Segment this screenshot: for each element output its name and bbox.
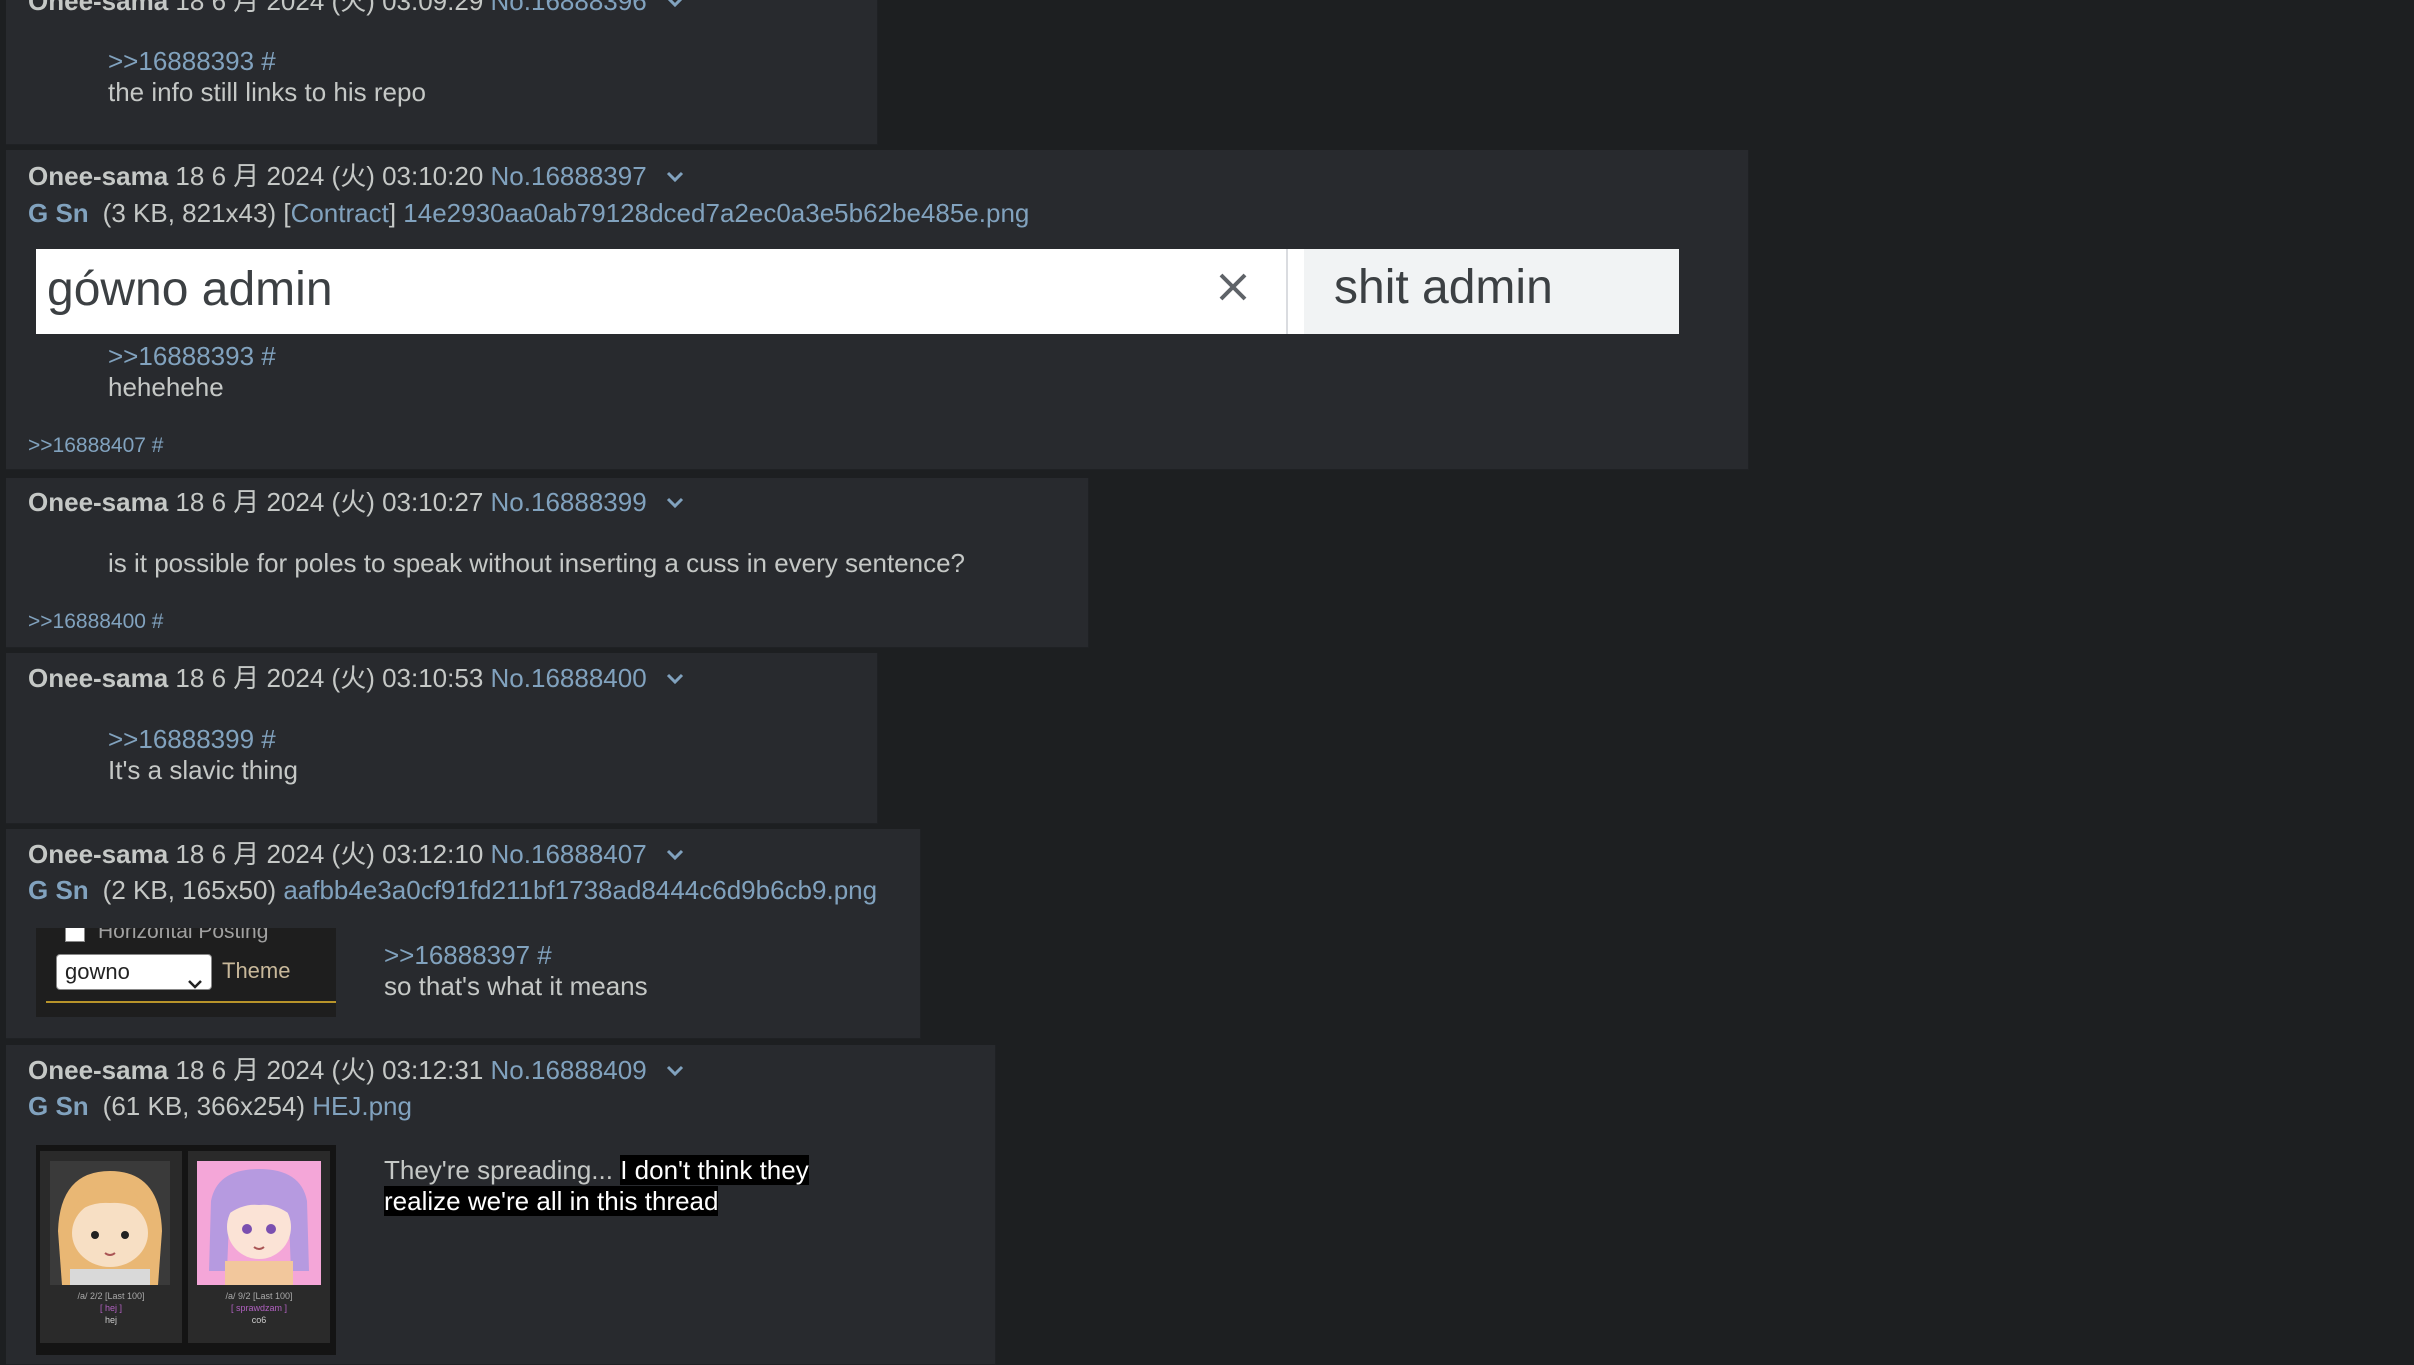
quote-link[interactable]: >>16888397 # (384, 940, 552, 970)
file-name-link[interactable]: HEJ.png (312, 1091, 412, 1121)
selected-text: realize we're all in this thread (384, 1186, 719, 1216)
post-date: 18 6 月 2024 (火) 03:10:53 (175, 663, 484, 693)
poster-name: Onee-sama (28, 0, 169, 16)
checkbox-icon (65, 928, 85, 942)
quote-link[interactable]: >>16888393 # (108, 46, 276, 76)
post-message: They're spreading... I don't think they (384, 1155, 809, 1185)
chevron-down-icon (187, 966, 203, 997)
thread-card-1: /a/ 2/2 [Last 100] [ hej ] hej (40, 1151, 182, 1343)
anime-girl-blonde-image (50, 1161, 170, 1285)
post-date: 18 6 月 2024 (火) 03:12:10 (175, 839, 484, 869)
image-search-text: gówno admin (47, 263, 333, 316)
file-name-link[interactable]: aafbb4e3a0cf91fd211bf1738ad8444c6d9b6cb9… (283, 875, 877, 905)
file-meta: (3 KB, 821x43) [ (102, 198, 291, 228)
image-translation-text: shit admin (1334, 261, 1553, 314)
quote-link[interactable]: >>16888399 # (108, 724, 276, 754)
file-meta: (2 KB, 165x50) (102, 875, 284, 905)
selected-text: I don't think they (620, 1155, 809, 1185)
thumb-theme-label: Theme (222, 958, 291, 983)
post-header: Onee-sama 18 6 月 2024 (火) 03:10:20 No.16… (28, 161, 684, 191)
thread-card-2-line2: [ sprawdzam ] (230, 1303, 288, 1313)
chevron-down-icon[interactable] (666, 837, 684, 867)
post-16888396: Onee-sama 18 6 月 2024 (火) 03:09:29 No.16… (6, 0, 878, 145)
post-date: 18 6 月 2024 (火) 03:10:20 (175, 161, 484, 191)
post-header: Onee-sama 18 6 月 2024 (火) 03:12:10 No.16… (28, 839, 684, 869)
message-text: They're spreading... (384, 1155, 621, 1185)
post-date: 18 6 月 2024 (火) 03:10:27 (175, 487, 484, 517)
file-info: G Sn (2 KB, 165x50) aafbb4e3a0cf91fd211bf… (28, 875, 877, 905)
post-number-link[interactable]: No.16888396 (491, 0, 647, 16)
file-source-label[interactable]: G Sn (28, 198, 89, 228)
post-header: Onee-sama 18 6 月 2024 (火) 03:10:27 No.16… (28, 487, 684, 517)
chevron-down-icon[interactable] (666, 159, 684, 189)
chevron-down-icon[interactable] (666, 485, 684, 515)
quote-link[interactable]: >>16888393 # (108, 341, 276, 371)
thread-card-1-line2: [ hej ] (99, 1303, 122, 1313)
post-message: It's a slavic thing (108, 755, 298, 785)
post-thumbnail[interactable]: /a/ 2/2 [Last 100] [ hej ] hej /a/ 9/2 [… (36, 1145, 336, 1355)
poster-name: Onee-sama (28, 161, 169, 191)
poster-name: Onee-sama (28, 839, 169, 869)
thumb-divider (46, 1001, 336, 1003)
post-16888400: Onee-sama 18 6 月 2024 (火) 03:10:53 No.16… (6, 653, 878, 824)
poster-name: Onee-sama (28, 1055, 169, 1085)
backlink[interactable]: >>16888407 # (28, 433, 163, 459)
post-date: 18 6 月 2024 (火) 03:12:31 (175, 1055, 484, 1085)
chevron-down-icon[interactable] (666, 0, 684, 14)
thumb-select-value: gowno (65, 959, 130, 984)
post-number-link[interactable]: No.16888399 (491, 487, 647, 517)
backlink[interactable]: >>16888400 # (28, 609, 163, 635)
post-message: the info still links to his repo (108, 77, 426, 107)
post-header: Onee-sama 18 6 月 2024 (火) 03:12:31 No.16… (28, 1055, 684, 1085)
post-number-link[interactable]: No.16888407 (491, 839, 647, 869)
thread-card-1-line3: hej (104, 1315, 117, 1325)
post-header: Onee-sama 18 6 月 2024 (火) 03:09:29 No.16… (28, 0, 684, 16)
file-info: G Sn (61 KB, 366x254) HEJ.png (28, 1091, 412, 1121)
poster-name: Onee-sama (28, 487, 169, 517)
post-number-link[interactable]: No.16888400 (491, 663, 647, 693)
post-message: hehehehe (108, 372, 224, 402)
thread-card-2-line3: co6 (251, 1315, 267, 1325)
file-info: G Sn (3 KB, 821x43) [Contract] 14e2930aa0… (28, 198, 1029, 228)
post-message: so that's what it means (384, 971, 648, 1001)
post-16888399: Onee-sama 18 6 月 2024 (火) 03:10:27 No.16… (6, 478, 1089, 648)
thread-card-2-line1: /a/ 9/2 [Last 100] (225, 1291, 293, 1301)
thread-card-2: /a/ 9/2 [Last 100] [ sprawdzam ] co6 (188, 1151, 330, 1343)
post-header: Onee-sama 18 6 月 2024 (火) 03:10:53 No.16… (28, 663, 684, 693)
thumb-theme-select: gowno (56, 954, 212, 990)
post-number-link[interactable]: No.16888409 (491, 1055, 647, 1085)
post-number-link[interactable]: No.16888397 (491, 161, 647, 191)
file-meta-close: ] (388, 198, 404, 228)
file-source-label[interactable]: G Sn (28, 1091, 89, 1121)
thumb-checkbox-label: Horizontal Posting (98, 928, 269, 943)
poster-name: Onee-sama (28, 663, 169, 693)
contract-link[interactable]: Contract (291, 198, 389, 228)
file-meta: (61 KB, 366x254) (102, 1091, 313, 1121)
post-16888409: Onee-sama 18 6 月 2024 (火) 03:12:31 No.16… (6, 1045, 996, 1365)
post-16888397: Onee-sama 18 6 月 2024 (火) 03:10:20 No.16… (6, 150, 1749, 470)
post-message: is it possible for poles to speak withou… (108, 548, 966, 578)
post-16888407: Onee-sama 18 6 月 2024 (火) 03:12:10 No.16… (6, 829, 921, 1039)
post-thumbnail[interactable]: Horizontal Posting gowno Theme (36, 928, 336, 1017)
file-source-label[interactable]: G Sn (28, 875, 89, 905)
file-name-link[interactable]: 14e2930aa0ab79128dced7a2ec0a3e5b62be485e… (403, 198, 1029, 228)
chevron-down-icon[interactable] (666, 661, 684, 691)
post-image[interactable]: gówno admin shit admin (36, 249, 1679, 334)
close-icon (1213, 267, 1253, 314)
chevron-down-icon[interactable] (666, 1053, 684, 1083)
post-message-line2: realize we're all in this thread (384, 1186, 719, 1216)
image-divider (1286, 249, 1288, 334)
post-date: 18 6 月 2024 (火) 03:09:29 (175, 0, 484, 16)
thread-card-1-line1: /a/ 2/2 [Last 100] (77, 1291, 145, 1301)
anime-girl-purple-image (197, 1161, 321, 1285)
